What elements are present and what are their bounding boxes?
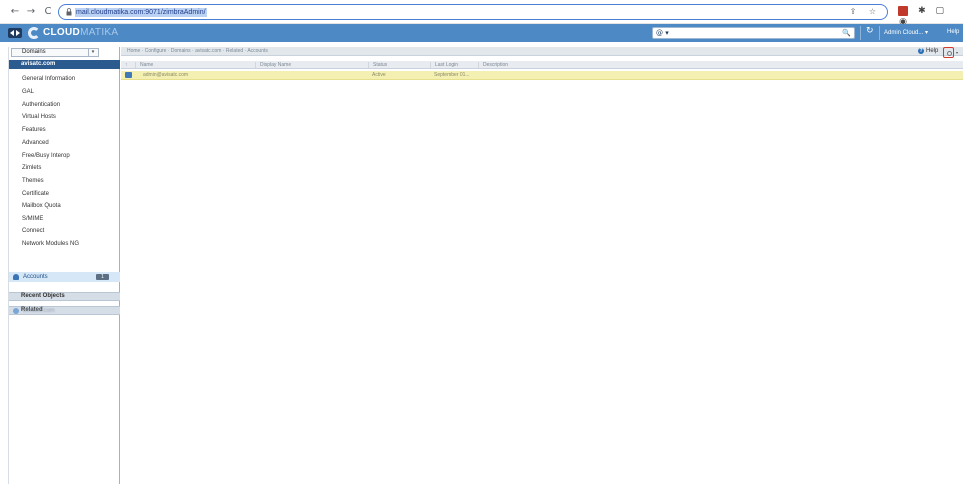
cell-last-login: September 01... bbox=[434, 72, 470, 78]
recent-item-label: avisatc.com bbox=[23, 308, 55, 314]
column-display-name[interactable]: Display Name bbox=[255, 62, 291, 68]
header-divider bbox=[879, 26, 880, 40]
admin-user-menu[interactable]: Admin Cloud... ▾ bbox=[884, 29, 928, 36]
browser-toolbar: ← → C mail.cloudmatika.com:9071/zimbraAd… bbox=[0, 0, 963, 27]
dropdown-label: Domains bbox=[22, 49, 46, 55]
nav-item-gal[interactable]: GAL bbox=[22, 89, 34, 95]
panel-toggle-icon[interactable] bbox=[8, 28, 22, 38]
extension-red-icon[interactable] bbox=[898, 6, 908, 16]
nav-item-network-modules-ng[interactable]: Network Modules NG bbox=[22, 241, 79, 247]
search-icon[interactable]: 🔍 bbox=[842, 29, 851, 37]
extension-icons: ✱ ▢ ◉ bbox=[898, 6, 963, 27]
nav-item-free-busy-interop[interactable]: Free/Busy Interop bbox=[22, 153, 70, 159]
gear-icon[interactable] bbox=[943, 47, 954, 58]
left-navigation: Domains ▾ avisatc.com General Informatio… bbox=[8, 47, 120, 484]
table-row[interactable]: admin@avisatc.com Active September 01... bbox=[121, 71, 963, 80]
column-description[interactable]: Description bbox=[478, 62, 508, 68]
address-bar[interactable]: mail.cloudmatika.com:9071/zimbraAdmin/ ⇪… bbox=[58, 4, 888, 20]
logo-bold: CLOUD bbox=[43, 27, 81, 38]
cell-status: Active bbox=[372, 72, 386, 78]
back-arrow-icon[interactable]: ← bbox=[9, 6, 21, 18]
nav-item-smime[interactable]: S/MIME bbox=[22, 216, 43, 222]
nav-item-advanced[interactable]: Advanced bbox=[22, 140, 49, 146]
account-icon bbox=[125, 72, 132, 78]
recent-item[interactable]: avisatc.com bbox=[9, 306, 120, 316]
nav-item-authentication[interactable]: Authentication bbox=[22, 102, 60, 108]
refresh-icon[interactable]: ↻ bbox=[866, 26, 874, 36]
puzzle-icon[interactable]: ✱ bbox=[917, 6, 927, 16]
help-button[interactable]: ? Help bbox=[918, 48, 938, 54]
nav-item-zimlets[interactable]: Zimlets bbox=[22, 165, 41, 171]
lock-icon bbox=[66, 8, 72, 16]
search-mode-dropdown[interactable]: @ ▾ bbox=[656, 29, 669, 37]
logo-text: CLOUDMATIKA bbox=[43, 27, 118, 38]
url-text: mail.cloudmatika.com:9071/zimbraAdmin/ bbox=[75, 8, 207, 17]
header-divider bbox=[860, 26, 861, 40]
breadcrumb-bar: Home · Configure · Domains · avisatc.com… bbox=[121, 47, 963, 58]
column-last-login[interactable]: Last Login bbox=[430, 62, 458, 68]
logo-light: MATIKA bbox=[80, 27, 119, 38]
reload-icon[interactable]: C bbox=[42, 6, 54, 18]
chevron-down-icon[interactable]: ▾ bbox=[956, 50, 958, 55]
user-icon bbox=[13, 274, 19, 280]
help-icon: ? bbox=[918, 48, 924, 54]
nav-item-connect[interactable]: Connect bbox=[22, 228, 44, 234]
nav-item-themes[interactable]: Themes bbox=[22, 178, 44, 184]
share-bookmark-icons[interactable]: ⇪ ☆ bbox=[850, 7, 881, 16]
count-badge: 1 bbox=[96, 274, 109, 280]
chevron-down-icon[interactable]: ▾ bbox=[88, 49, 97, 56]
related-item-label: Accounts bbox=[23, 274, 48, 280]
nav-item-certificate[interactable]: Certificate bbox=[22, 191, 49, 197]
column-status[interactable]: Status bbox=[368, 62, 387, 68]
forward-arrow-icon[interactable]: → bbox=[25, 6, 37, 18]
table-header: ↑ Name Display Name Status Last Login De… bbox=[121, 61, 963, 69]
nav-item-mailbox-quota[interactable]: Mailbox Quota bbox=[22, 203, 61, 209]
recent-objects-header: Recent Objects bbox=[9, 292, 120, 301]
column-name[interactable]: Name bbox=[135, 62, 153, 68]
cell-name: admin@avisatc.com bbox=[143, 72, 189, 78]
selected-domain[interactable]: avisatc.com bbox=[9, 60, 120, 69]
header-help-link[interactable]: Help bbox=[947, 29, 959, 35]
nav-item-general-information[interactable]: General Information bbox=[22, 76, 75, 82]
search-input[interactable]: @ ▾ 🔍 bbox=[652, 27, 855, 39]
nav-item-virtual-hosts[interactable]: Virtual Hosts bbox=[22, 114, 56, 120]
breadcrumb[interactable]: Home · Configure · Domains · avisatc.com… bbox=[127, 48, 268, 54]
sidepanel-icon[interactable]: ▢ bbox=[935, 6, 945, 16]
domains-dropdown[interactable]: Domains ▾ bbox=[11, 48, 99, 57]
globe-icon bbox=[13, 308, 19, 314]
related-item-accounts[interactable]: Accounts 1 bbox=[9, 272, 120, 282]
main-content: Home · Configure · Domains · avisatc.com… bbox=[121, 47, 963, 484]
help-label: Help bbox=[926, 48, 939, 54]
cloud-logo-icon bbox=[28, 27, 40, 39]
nav-item-features[interactable]: Features bbox=[22, 127, 46, 133]
column-type[interactable]: ↑ bbox=[121, 62, 135, 68]
